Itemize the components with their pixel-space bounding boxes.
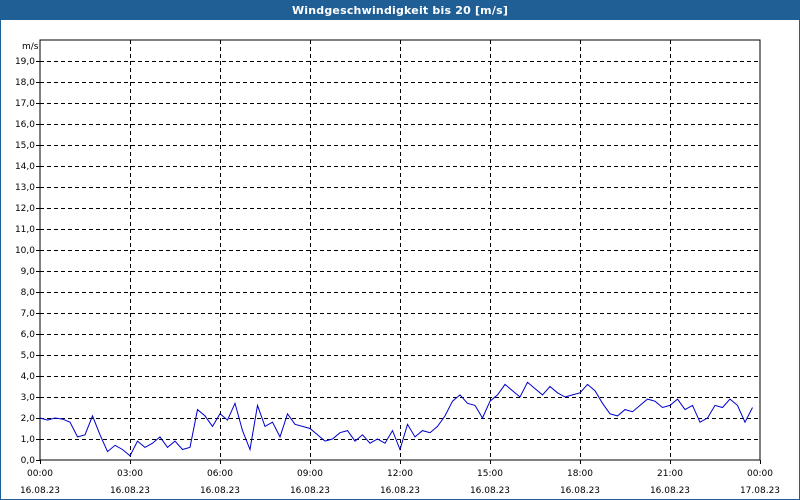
y-tick-label: 7,0 [21, 309, 36, 319]
y-tick-label: 17,0 [15, 99, 35, 109]
y-tick-label: 15,0 [15, 141, 35, 151]
x-tick-time-label: 12:00 [387, 469, 413, 479]
y-tick-label: 6,0 [21, 330, 36, 340]
y-tick-label: 9,0 [21, 267, 36, 277]
x-tick-date-label: 16.08.23 [20, 486, 60, 496]
y-tick-label: 2,0 [21, 414, 36, 424]
wind-speed-chart: 0,0 1,0 2,0 3,0 4,0 5,0 6,0 7,0 8,0 9,0 10,0 11,0 12… [15, 39, 780, 496]
y-tick-label: 0,0 [21, 456, 36, 466]
x-tick-date-label: 16.08.23 [200, 486, 240, 496]
y-tick-label: 14,0 [15, 162, 35, 172]
x-tick-time-label: 18:00 [567, 469, 593, 479]
x-tick-date-label: 16.08.23 [380, 486, 420, 496]
y-tick-label: 8,0 [21, 288, 36, 298]
y-tick-label: 11,0 [15, 225, 35, 235]
y-tick-label: 1,0 [21, 435, 36, 445]
x-tick-time-label: 15:00 [477, 469, 503, 479]
x-tick-date-label: 16.08.23 [110, 486, 150, 496]
x-tick-time-label: 06:00 [207, 469, 233, 479]
y-tick-label: 3,0 [21, 393, 36, 403]
y-tick-label: 19,0 [15, 57, 35, 67]
y-tick-label: 13,0 [15, 183, 35, 193]
x-tick-date-label: 16.08.23 [470, 486, 510, 496]
x-tick-time-label: 09:00 [297, 469, 323, 479]
x-tick-time-label: 00:00 [747, 469, 773, 479]
y-tick-label: 18,0 [15, 78, 35, 88]
y-axis-unit-label: m/s [22, 42, 39, 52]
y-tick-label: 10,0 [15, 246, 35, 256]
y-tick-label: 16,0 [15, 120, 35, 130]
x-tick-time-label: 21:00 [657, 469, 683, 479]
x-tick-date-label: 17.08.23 [740, 486, 780, 496]
x-tick-date-label: 16.08.23 [560, 486, 600, 496]
x-tick-date-label: 16.08.23 [290, 486, 330, 496]
y-tick-label: 5,0 [21, 351, 36, 361]
x-tick-date-label: 16.08.23 [650, 486, 690, 496]
y-tick-label: 12,0 [15, 204, 35, 214]
x-tick-time-label: 03:00 [117, 469, 143, 479]
y-tick-label: 4,0 [21, 372, 36, 382]
x-tick-time-label: 00:00 [27, 469, 53, 479]
